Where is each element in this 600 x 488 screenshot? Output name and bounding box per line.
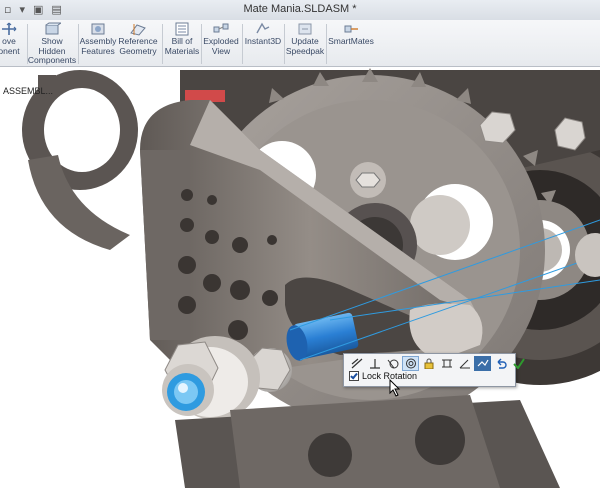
concentric-mate-icon[interactable] [402,356,419,371]
mate-popup-toolbar: Lock Rotation [343,353,525,387]
ribbon-separator [162,24,163,64]
exploded-view-button[interactable]: Exploded View [202,22,240,66]
bill-of-materials-button[interactable]: Bill of Materials [164,22,200,66]
exploded-view-icon [212,22,230,36]
lock-rotation-option[interactable]: Lock Rotation [349,371,417,381]
ribbon-label: ove onent [0,36,20,56]
smartmates-button[interactable]: SmartMates [327,22,375,66]
instant3d-button[interactable]: Instant3D [243,22,283,66]
lock-mate-icon[interactable] [420,356,437,371]
show-hidden-components-button[interactable]: Show Hidden Components [27,22,77,66]
update-speedpak-button[interactable]: Update Speedpak [285,22,325,66]
tangent-mate-icon[interactable] [384,356,401,371]
instant3d-icon [254,22,272,36]
flip-alignment-icon[interactable] [474,356,491,371]
mate-buttons [348,356,528,371]
perpendicular-mate-icon[interactable] [366,356,383,371]
accept-check-icon[interactable] [510,356,527,371]
undo-icon[interactable] [492,356,509,371]
ribbon-label: Show Hidden Components [27,36,77,65]
move-component-icon [0,22,18,36]
ribbon-label: Assembly Features [79,36,117,56]
coincident-mate-icon[interactable] [348,356,365,371]
ribbon-label: Update Speedpak [285,36,325,56]
ribbon-label: Instant3D [244,36,282,46]
window-title: Mate Mania.SLDASM * [243,3,357,15]
update-speedpak-icon [296,22,314,36]
left-ring [22,70,138,250]
angle-mate-icon[interactable] [456,356,473,371]
lock-rotation-checkbox[interactable] [349,371,359,381]
ribbon-label: Bill of Materials [164,36,200,56]
smartmates-icon [342,22,360,36]
width-mate-icon[interactable] [438,356,455,371]
show-hidden-icon [43,22,63,36]
reference-geometry-button[interactable]: Reference Geometry [118,22,158,66]
move-component-button[interactable]: ove onent [0,22,24,66]
graphics-area[interactable]: ASSEMBL... [0,67,600,488]
assembly-features-button[interactable]: Assembly Features [80,22,116,66]
command-manager-ribbon: ove onent Show Hidden Components Assembl… [0,20,600,82]
bill-of-materials-icon [173,22,191,36]
ribbon-label: Exploded View [203,36,239,56]
feature-tree-label[interactable]: ASSEMBL... [3,86,53,96]
ribbon-label: SmartMates [328,36,374,46]
reference-geometry-icon [129,22,147,36]
assembly-model[interactable] [0,67,600,488]
ribbon-label: Reference Geometry [118,36,158,56]
title-bar: ▫ ▾ ▣ ▤ Mate Mania.SLDASM * [0,0,600,21]
mouse-cursor-icon [389,379,401,397]
assembly-features-icon [89,22,107,36]
